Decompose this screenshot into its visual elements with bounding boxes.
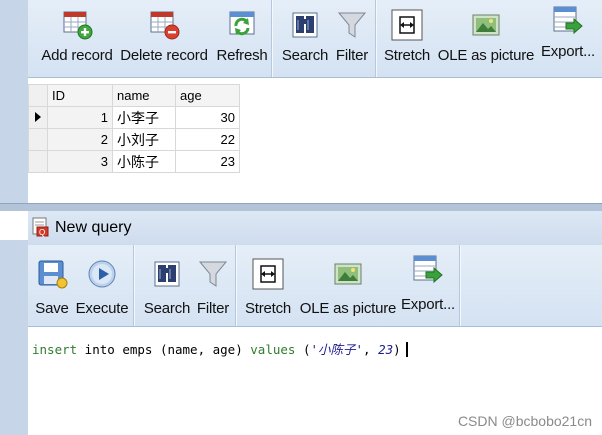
execute-label: Execute — [75, 300, 129, 317]
table-row[interactable]: 2 小刘子 22 — [28, 128, 240, 151]
cell-age[interactable]: 23 — [175, 150, 240, 173]
delete-record-icon — [147, 8, 181, 42]
query-ole-as-picture-button[interactable]: OLE as picture — [298, 257, 398, 317]
table-toolbar: Add record Delete record Refresh Search … — [28, 0, 602, 78]
query-export-label: Export... — [400, 296, 456, 313]
refresh-button[interactable]: Refresh — [214, 8, 270, 64]
query-ole-as-picture-label: OLE as picture — [299, 300, 397, 317]
svg-text:Q: Q — [39, 228, 45, 237]
ole-as-picture-button[interactable]: OLE as picture — [436, 8, 536, 64]
sql-table-name: emps — [122, 342, 153, 357]
play-icon — [85, 257, 119, 291]
row-header[interactable] — [28, 128, 48, 151]
column-header-name[interactable]: name — [112, 84, 176, 107]
cell-id[interactable]: 2 — [47, 128, 113, 151]
watermark: CSDN @bcbobo21cn — [457, 413, 592, 429]
execute-button[interactable]: Execute — [74, 257, 130, 317]
export-label: Export... — [540, 43, 596, 60]
add-record-label: Add record — [41, 47, 113, 64]
ole-as-picture-label: OLE as picture — [437, 47, 535, 64]
row-pointer-icon — [35, 112, 41, 122]
query-stretch-button[interactable]: Stretch — [242, 257, 294, 317]
cell-name[interactable]: 小陈子 — [112, 150, 176, 173]
filter-label: Filter — [335, 47, 369, 64]
add-record-button[interactable]: Add record — [34, 8, 120, 64]
cell-name[interactable]: 小李子 — [112, 106, 176, 129]
query-filter-button[interactable]: Filter — [192, 257, 234, 317]
export-icon — [551, 4, 585, 38]
left-frame-edge-lower — [0, 240, 28, 435]
left-frame-edge — [0, 0, 28, 205]
sql-keyword-insert: insert — [32, 342, 78, 357]
query-window-titlebar[interactable]: Q New query — [28, 211, 602, 245]
sql-comma: , — [363, 342, 379, 357]
query-document-icon: Q — [32, 217, 50, 240]
save-icon — [35, 257, 69, 291]
filter-button[interactable]: Filter — [330, 8, 374, 64]
save-button[interactable]: Save — [32, 257, 72, 317]
picture-icon — [469, 8, 503, 42]
cell-age[interactable]: 30 — [175, 106, 240, 129]
stretch-label: Stretch — [383, 47, 431, 64]
sql-text-into: into — [77, 342, 123, 357]
sql-keyword-values: values — [250, 342, 296, 357]
sql-close-paren: ) — [393, 342, 401, 357]
refresh-icon — [225, 8, 259, 42]
cell-id[interactable]: 3 — [47, 150, 113, 173]
sql-column-list: (name, age) — [152, 342, 251, 357]
stretch-button[interactable]: Stretch — [382, 8, 432, 64]
text-caret — [405, 342, 408, 357]
stretch-icon — [251, 257, 285, 291]
query-window-title: New query — [55, 219, 132, 236]
export-icon — [411, 253, 445, 287]
search-button[interactable]: Search — [280, 8, 330, 64]
add-record-icon — [60, 8, 94, 42]
grid-header-row: ID name age — [28, 84, 240, 107]
binoculars-icon — [150, 257, 184, 291]
query-stretch-label: Stretch — [244, 300, 292, 317]
picture-icon — [331, 257, 365, 291]
data-grid: ID name age 1 小李子 30 2 小刘子 22 3 小陈子 23 — [28, 84, 240, 173]
delete-record-label: Delete record — [120, 47, 208, 64]
filter-icon — [335, 8, 369, 42]
refresh-label: Refresh — [216, 47, 268, 64]
save-label: Save — [35, 300, 69, 317]
corner-cell — [28, 84, 48, 107]
query-search-label: Search — [143, 300, 191, 317]
sql-open-paren: ( — [295, 342, 311, 357]
table-data-area: ID name age 1 小李子 30 2 小刘子 22 3 小陈子 23 — [28, 79, 602, 203]
column-header-age[interactable]: age — [175, 84, 240, 107]
table-row[interactable]: 1 小李子 30 — [28, 106, 240, 129]
window-splitter[interactable] — [0, 203, 602, 211]
delete-record-button[interactable]: Delete record — [118, 8, 210, 64]
query-toolbar: Save Execute Search Filter Stretch OLE a… — [28, 245, 602, 327]
column-header-id[interactable]: ID — [47, 84, 113, 107]
binoculars-icon — [288, 8, 322, 42]
filter-icon — [196, 257, 230, 291]
cell-name[interactable]: 小刘子 — [112, 128, 176, 151]
row-header[interactable] — [28, 150, 48, 173]
query-export-button[interactable]: Export... — [400, 253, 456, 313]
query-filter-label: Filter — [196, 300, 230, 317]
search-label: Search — [281, 47, 329, 64]
export-button[interactable]: Export... — [540, 4, 596, 60]
sql-number-literal: 23 — [378, 342, 394, 357]
stretch-icon — [390, 8, 424, 42]
query-search-button[interactable]: Search — [142, 257, 192, 317]
cell-age[interactable]: 22 — [175, 128, 240, 151]
table-row[interactable]: 3 小陈子 23 — [28, 150, 240, 173]
cell-id[interactable]: 1 — [47, 106, 113, 129]
sql-string-literal: '小陈子' — [310, 342, 364, 357]
current-row-indicator[interactable] — [28, 106, 48, 129]
